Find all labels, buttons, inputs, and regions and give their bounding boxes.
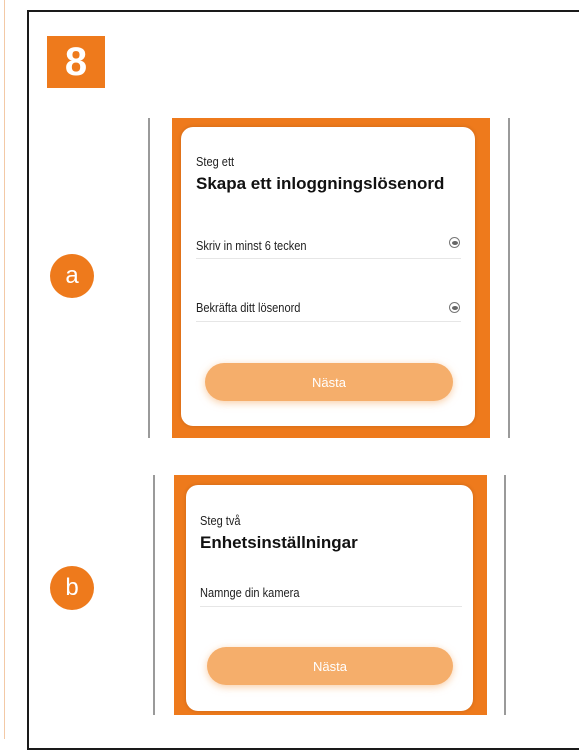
- panel-b-step-label: Steg två: [200, 513, 241, 528]
- panel-b-marker: b: [50, 566, 94, 610]
- panel-a-phone-edge-right: [508, 118, 510, 438]
- camera-name-field[interactable]: Namnge din kamera: [200, 585, 300, 600]
- camera-name-field-underline: [200, 606, 462, 607]
- confirm-password-field[interactable]: Bekräfta ditt lösenord: [196, 300, 300, 315]
- confirm-password-field-underline: [196, 321, 461, 322]
- next-button[interactable]: Nästa: [207, 647, 453, 685]
- panel-a-marker: a: [50, 254, 94, 298]
- panel-a-title: Skapa ett inloggningslösenord: [196, 174, 445, 193]
- panel-a-card: Steg ett Skapa ett inloggningslösenord S…: [181, 127, 475, 426]
- panel-b-card: Steg två Enhetsinställningar Namnge din …: [186, 485, 473, 711]
- step-number-badge: 8: [47, 36, 105, 88]
- eye-icon[interactable]: [449, 237, 460, 248]
- panel-b-phone-edge-right: [504, 475, 506, 715]
- password-field-underline: [196, 258, 461, 259]
- panel-b-phone-edge-left: [153, 475, 155, 715]
- password-field[interactable]: Skriv in minst 6 tecken: [196, 238, 307, 253]
- eye-icon[interactable]: [449, 302, 460, 313]
- panel-a-step-label: Steg ett: [196, 154, 235, 169]
- panel-b-title: Enhetsinställningar: [200, 533, 358, 552]
- panel-a-phone-edge-left: [148, 118, 150, 438]
- next-button[interactable]: Nästa: [205, 363, 453, 401]
- page-margin-line: [4, 0, 5, 739]
